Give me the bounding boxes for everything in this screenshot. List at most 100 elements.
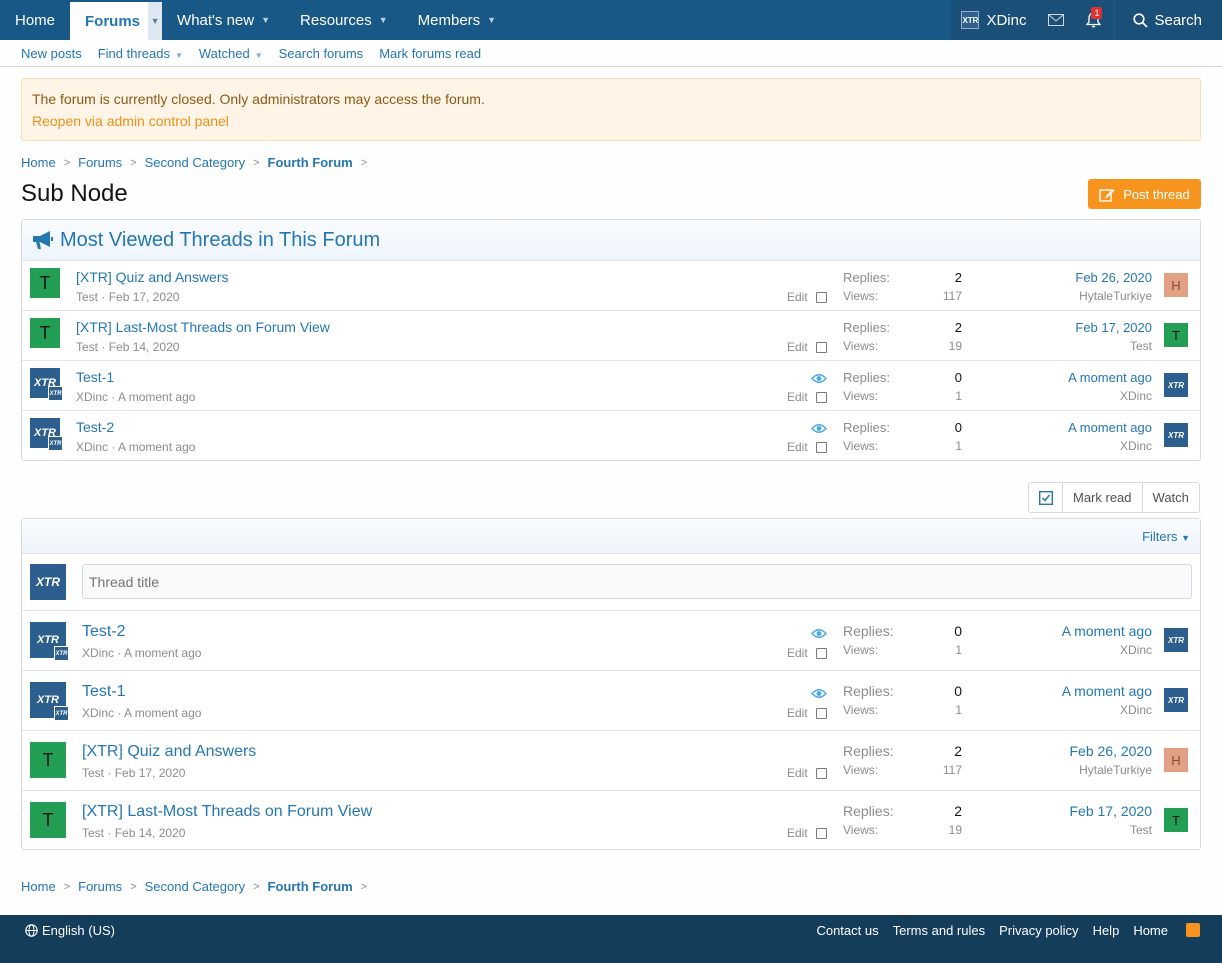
thread-author[interactable]: XDinc (76, 390, 108, 404)
avatar[interactable]: XTR XTR (30, 622, 69, 661)
filters-button[interactable]: Filters ▼ (1142, 529, 1190, 544)
last-poster[interactable]: Test (952, 823, 1152, 837)
last-post-date[interactable]: A moment ago (952, 370, 1152, 385)
avatar[interactable]: H (1164, 748, 1188, 772)
breadcrumb-forums[interactable]: Forums (78, 879, 122, 894)
thread-title-link[interactable]: Test-1 (76, 369, 114, 385)
select-thread-checkbox[interactable] (815, 391, 827, 403)
search-button[interactable]: Search (1115, 0, 1222, 40)
last-poster[interactable]: XDinc (952, 643, 1152, 657)
language-chooser[interactable]: English (US) (25, 923, 115, 938)
thread-author[interactable]: XDinc (76, 440, 108, 454)
subnav-mark-forums-read[interactable]: Mark forums read (379, 46, 481, 61)
footer-privacy[interactable]: Privacy policy (999, 923, 1078, 938)
last-poster[interactable]: Test (952, 339, 1152, 353)
avatar[interactable]: T (30, 318, 60, 348)
select-thread-checkbox[interactable] (815, 341, 827, 353)
chevron-down-icon[interactable]: ▼ (487, 15, 496, 25)
watch-button[interactable]: Watch (1143, 483, 1199, 512)
nav-tab-resources[interactable]: Resources ▼ (285, 0, 403, 40)
alerts-button[interactable]: 1 (1074, 0, 1114, 40)
chevron-down-icon[interactable]: ▼ (379, 15, 388, 25)
edit-link[interactable]: Edit (787, 440, 808, 454)
last-poster[interactable]: XDinc (952, 389, 1152, 403)
avatar[interactable]: T (1164, 323, 1188, 347)
breadcrumb-home[interactable]: Home (21, 155, 56, 170)
select-thread-checkbox[interactable] (815, 707, 827, 719)
last-post-date[interactable]: Feb 17, 2020 (952, 803, 1152, 819)
last-post-date[interactable]: A moment ago (952, 623, 1152, 639)
nav-tab-home[interactable]: Home (0, 0, 70, 40)
rss-icon[interactable] (1186, 923, 1200, 937)
thread-title-link[interactable]: [XTR] Last-Most Threads on Forum View (76, 319, 330, 335)
last-post-date[interactable]: Feb 17, 2020 (952, 320, 1152, 335)
thread-title-link[interactable]: Test-2 (76, 419, 114, 435)
breadcrumb-home[interactable]: Home (21, 879, 56, 894)
last-poster[interactable]: HytaleTurkiye (952, 289, 1152, 303)
avatar[interactable]: T (30, 802, 66, 838)
last-post-date[interactable]: Feb 26, 2020 (952, 743, 1152, 759)
last-post-date[interactable]: A moment ago (952, 420, 1152, 435)
thread-title-link[interactable]: [XTR] Quiz and Answers (76, 269, 229, 285)
select-thread-checkbox[interactable] (815, 647, 827, 659)
edit-link[interactable]: Edit (787, 390, 808, 404)
inbox-button[interactable] (1038, 0, 1075, 40)
last-post-date[interactable]: A moment ago (952, 683, 1152, 699)
breadcrumb-fourth-forum[interactable]: Fourth Forum (268, 879, 353, 894)
subnav-search-forums[interactable]: Search forums (279, 46, 364, 61)
avatar[interactable]: T (30, 268, 60, 298)
last-poster[interactable]: XDinc (952, 703, 1152, 717)
post-thread-button[interactable]: Post thread (1088, 179, 1201, 209)
thread-author[interactable]: Test (76, 340, 98, 354)
thread-title-link[interactable]: Test-1 (82, 683, 126, 701)
footer-home[interactable]: Home (1133, 923, 1168, 938)
thread-title-link[interactable]: Test-2 (82, 623, 126, 641)
thread-author[interactable]: Test (82, 766, 104, 780)
breadcrumb-fourth-forum[interactable]: Fourth Forum (268, 155, 353, 170)
nav-tab-whats-new[interactable]: What's new ▼ (162, 0, 285, 40)
select-thread-checkbox[interactable] (815, 827, 827, 839)
select-thread-checkbox[interactable] (815, 441, 827, 453)
avatar[interactable]: XTR XTR (30, 418, 63, 451)
edit-link[interactable]: Edit (787, 706, 808, 720)
footer-terms[interactable]: Terms and rules (893, 923, 985, 938)
edit-link[interactable]: Edit (787, 290, 808, 304)
last-poster[interactable]: HytaleTurkiye (952, 763, 1152, 777)
select-thread-checkbox[interactable] (815, 291, 827, 303)
breadcrumb-second-category[interactable]: Second Category (145, 879, 245, 894)
edit-link[interactable]: Edit (787, 826, 808, 840)
avatar[interactable]: XTR (1164, 688, 1188, 712)
thread-title-input[interactable] (82, 564, 1192, 599)
reopen-link[interactable]: Reopen via admin control panel (32, 113, 1190, 129)
select-thread-checkbox[interactable] (815, 767, 827, 779)
thread-author[interactable]: Test (82, 826, 104, 840)
thread-author[interactable]: XDinc (82, 706, 114, 720)
footer-contact-us[interactable]: Contact us (816, 923, 878, 938)
avatar[interactable]: H (1164, 273, 1188, 297)
avatar[interactable]: XTR (1164, 373, 1188, 397)
subnav-watched[interactable]: Watched ▼ (199, 46, 263, 61)
account-menu[interactable]: XTR XDinc (951, 0, 1039, 40)
thread-title-link[interactable]: [XTR] Last-Most Threads on Forum View (82, 803, 372, 821)
chevron-down-icon[interactable]: ▼ (261, 15, 270, 25)
thread-author[interactable]: XDinc (82, 646, 114, 660)
edit-link[interactable]: Edit (787, 646, 808, 660)
nav-tab-forums[interactable]: Forums ▼ (70, 2, 163, 40)
thread-author[interactable]: Test (76, 290, 98, 304)
avatar[interactable]: T (1164, 808, 1188, 832)
avatar[interactable]: XTR XTR (30, 682, 69, 721)
nav-tab-members[interactable]: Members ▼ (403, 0, 511, 40)
subnav-new-posts[interactable]: New posts (21, 46, 82, 61)
last-post-date[interactable]: Feb 26, 2020 (952, 270, 1152, 285)
avatar[interactable]: XTR XTR (30, 368, 63, 401)
avatar[interactable]: XTR (1164, 628, 1188, 652)
breadcrumb-second-category[interactable]: Second Category (145, 155, 245, 170)
chevron-down-icon[interactable]: ▼ (148, 2, 163, 40)
avatar[interactable]: T (30, 742, 66, 778)
avatar[interactable]: XTR (1164, 423, 1188, 447)
mark-read-button[interactable]: Mark read (1063, 483, 1143, 512)
breadcrumb-forums[interactable]: Forums (78, 155, 122, 170)
select-threads-button[interactable] (1029, 483, 1063, 512)
edit-link[interactable]: Edit (787, 340, 808, 354)
edit-link[interactable]: Edit (787, 766, 808, 780)
